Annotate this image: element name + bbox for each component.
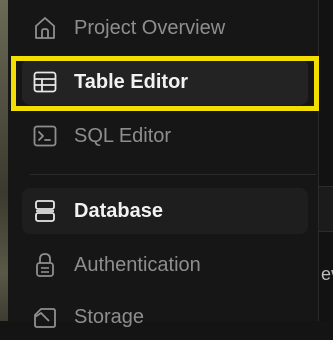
sidebar-item-label: Project Overview [74, 16, 226, 39]
sidebar-item-label: Storage [74, 305, 145, 328]
sidebar-item-storage[interactable]: Storage [22, 294, 308, 340]
table-icon [32, 69, 58, 95]
background-edge [0, 0, 8, 321]
sidebar-item-authentication[interactable]: Authentication [22, 242, 308, 288]
home-icon [32, 15, 58, 41]
panel-edge-text: ev [321, 264, 333, 284]
storage-icon [32, 304, 58, 330]
sidebar-item-label: Table Editor [74, 70, 189, 93]
nav-divider [30, 174, 316, 175]
sidebar-item-table-editor[interactable]: Table Editor [22, 59, 308, 105]
sidebar-nav: Project Overview Table Editor SQL Editor [8, 0, 318, 328]
sidebar-item-sql-editor[interactable]: SQL Editor [22, 113, 308, 159]
main-panel-edge: ev [318, 0, 333, 321]
sidebar-item-label: Authentication [74, 253, 201, 276]
sidebar-item-label: SQL Editor [74, 124, 172, 147]
sidebar-item-label: Database [74, 199, 163, 222]
sidebar-item-database[interactable]: Database [22, 188, 308, 234]
terminal-icon [32, 123, 58, 149]
panel-edge-box [319, 186, 333, 232]
database-icon [32, 198, 58, 224]
sidebar-item-project-overview[interactable]: Project Overview [22, 5, 308, 51]
lock-icon [32, 252, 58, 278]
